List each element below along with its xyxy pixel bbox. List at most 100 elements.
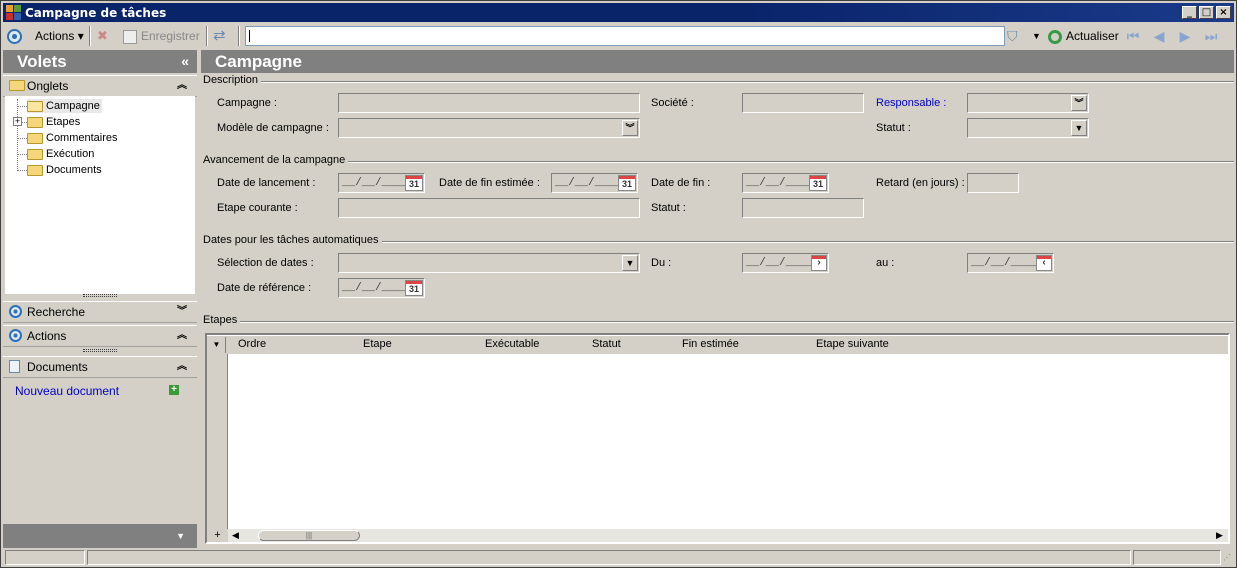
add-row-icon[interactable]: + — [207, 529, 228, 542]
close-button[interactable]: × — [1216, 6, 1231, 19]
chevron-down-icon[interactable]: ︾ — [1071, 95, 1087, 111]
documents-section-header[interactable]: Documents ︽ — [3, 356, 197, 378]
column-header-ordre[interactable]: Ordre — [238, 338, 266, 350]
retard-label: Retard (en jours) : — [876, 177, 965, 189]
add-icon[interactable]: + — [169, 385, 179, 395]
tree-item-documents[interactable]: Documents — [27, 163, 102, 177]
column-header-statut[interactable]: Statut — [592, 338, 621, 350]
societe-field[interactable] — [742, 93, 864, 113]
collapse-section-icon[interactable]: ︽ — [177, 326, 187, 346]
avancement-group-title: Avancement de la campagne — [203, 154, 349, 166]
filter-dropdown-icon[interactable]: ▼ — [1032, 27, 1041, 45]
folder-icon — [27, 132, 43, 144]
responsable-link[interactable]: Responsable : — [876, 93, 946, 113]
first-record-icon[interactable]: ⏮ — [1125, 28, 1141, 44]
fin-label: Date de fin : — [651, 177, 711, 189]
du-label: Du : — [651, 257, 672, 269]
refresh-icon — [1048, 29, 1062, 44]
folder-icon — [9, 80, 25, 91]
search-icon — [9, 305, 22, 318]
filter-icon[interactable]: ⛉ — [1007, 27, 1018, 45]
refresh-button[interactable]: Actualiser — [1048, 27, 1119, 45]
scroll-thumb[interactable]: ||| — [258, 530, 360, 541]
chevron-down-icon[interactable]: ▼ — [1071, 120, 1087, 136]
expand-etapes-icon[interactable]: + — [13, 117, 22, 126]
reference-date-field[interactable]: __/__/____ 31 — [338, 278, 425, 298]
onglets-section-header[interactable]: Onglets ︽ — [3, 75, 197, 97]
scroll-left-icon[interactable]: ◀ — [230, 530, 241, 541]
next-record-icon[interactable]: ▶ — [1177, 28, 1193, 44]
panel-footer: ▼ — [3, 524, 197, 548]
au-date-field[interactable]: __/__/____ ‹ — [967, 253, 1054, 273]
lancement-label: Date de lancement : — [217, 177, 316, 189]
tree-item-execution[interactable]: Exécution — [27, 147, 94, 161]
row-selector-column — [207, 354, 228, 529]
fin-date-field[interactable]: __/__/____ 31 — [742, 173, 829, 193]
etape-courante-field[interactable] — [338, 198, 640, 218]
date-back-icon[interactable]: ‹ — [1036, 255, 1052, 271]
scroll-right-icon[interactable]: ▶ — [1214, 530, 1225, 541]
onglets-title: Onglets — [27, 79, 69, 93]
campagne-field[interactable] — [338, 93, 640, 113]
sync-icon[interactable]: ⇄ — [213, 27, 226, 45]
lancement-date-field[interactable]: __/__/____ 31 — [338, 173, 425, 193]
dropdown-icon[interactable]: ▼ — [176, 531, 185, 541]
column-header-etape-suivante[interactable]: Etape suivante — [816, 338, 889, 350]
reference-label: Date de référence : — [217, 282, 312, 294]
save-label: Enregistrer — [141, 29, 200, 43]
statut-select[interactable]: ▼ — [967, 118, 1089, 138]
chevron-down-icon[interactable]: ▼ — [622, 255, 638, 271]
column-header-etape[interactable]: Etape — [363, 338, 392, 350]
actions-section-header[interactable]: Actions ︽ — [3, 325, 197, 347]
etapes-group-title: Etapes — [203, 314, 241, 326]
calendar-icon[interactable]: 31 — [405, 175, 423, 191]
selection-dates-select[interactable]: ▼ — [338, 253, 640, 273]
new-document-link[interactable]: Nouveau document — [15, 384, 119, 398]
du-date-field[interactable]: __/__/____ › — [742, 253, 829, 273]
folder-icon — [27, 148, 43, 160]
previous-record-icon[interactable]: ◀ — [1151, 28, 1167, 44]
column-header-fin-estimee[interactable]: Fin estimée — [682, 338, 739, 350]
save-button[interactable]: Enregistrer — [123, 27, 200, 45]
resize-grip-icon[interactable]: ⋰ — [1223, 553, 1231, 562]
date-forward-icon[interactable]: › — [811, 255, 827, 271]
retard-field[interactable] — [967, 173, 1019, 193]
splitter-grip[interactable] — [83, 349, 117, 352]
tree-item-commentaires[interactable]: Commentaires — [27, 131, 118, 145]
status-bar: ⋰ — [3, 549, 1234, 566]
dates-auto-group-title: Dates pour les tâches automatiques — [203, 234, 382, 246]
status-pane — [5, 550, 85, 565]
collapse-section-icon[interactable]: ︽ — [177, 76, 187, 96]
tree-item-etapes[interactable]: Etapes — [27, 115, 80, 129]
page-title: Campagne — [201, 50, 1234, 73]
maximize-button[interactable]: □ — [1199, 6, 1214, 19]
chevron-down-icon[interactable]: ︾ — [622, 120, 638, 136]
last-record-icon[interactable]: ⏭ — [1203, 28, 1219, 44]
delete-icon[interactable]: ✖ — [97, 27, 108, 45]
splitter-grip[interactable] — [83, 294, 117, 297]
modele-combo[interactable]: ︾ — [338, 118, 640, 138]
campagne-label: Campagne : — [217, 97, 277, 109]
refresh-label: Actualiser — [1066, 29, 1119, 43]
actions-menu-button[interactable]: Actions ▾ — [35, 27, 84, 45]
calendar-icon[interactable]: 31 — [809, 175, 827, 191]
folder-icon — [27, 164, 43, 176]
fin-estimee-date-field[interactable]: __/__/____ 31 — [551, 173, 638, 193]
calendar-icon[interactable]: 31 — [405, 280, 423, 296]
collapse-section-icon[interactable]: ︽ — [177, 357, 187, 377]
etapes-grid[interactable]: ▼ Ordre Etape Exécutable Statut Fin esti… — [205, 333, 1230, 544]
expand-section-icon[interactable]: ︾ — [177, 302, 187, 322]
minimize-button[interactable]: _ — [1182, 6, 1197, 19]
collapse-panel-icon[interactable]: « — [181, 50, 189, 73]
column-chooser-icon[interactable]: ▼ — [208, 337, 226, 353]
options-button[interactable] — [7, 27, 22, 45]
column-header-executable[interactable]: Exécutable — [485, 338, 539, 350]
recherche-section-header[interactable]: Recherche ︾ — [3, 301, 197, 323]
description-group-title: Description — [203, 74, 262, 86]
responsable-combo[interactable]: ︾ — [967, 93, 1089, 113]
search-input[interactable] — [245, 26, 1005, 46]
calendar-icon[interactable]: 31 — [618, 175, 636, 191]
avancement-statut-field[interactable] — [742, 198, 864, 218]
horizontal-scrollbar[interactable]: ◀ ||| ▶ — [228, 529, 1228, 542]
tree-item-campagne[interactable]: Campagne — [27, 99, 102, 113]
